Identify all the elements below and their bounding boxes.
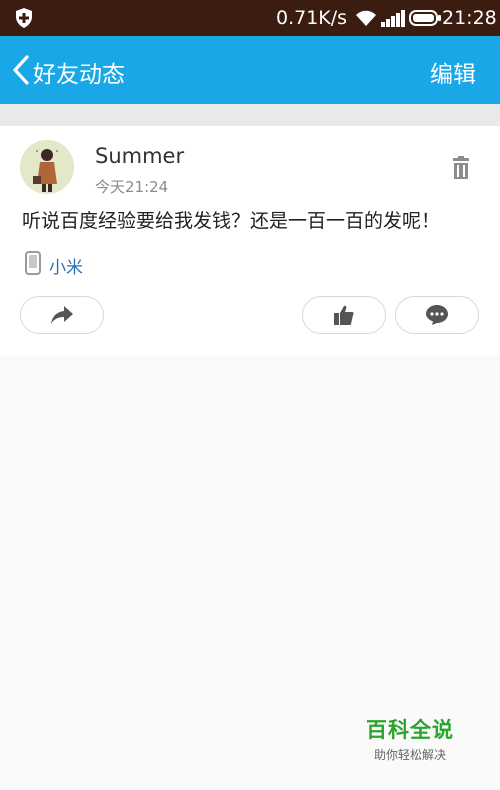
username[interactable]: Summer <box>95 144 184 168</box>
watermark-title: 百科全说 <box>366 718 454 742</box>
like-button[interactable] <box>302 296 386 334</box>
watermark: 百科全说 助你轻松解决 <box>366 714 454 763</box>
wifi-icon <box>356 10 376 26</box>
app-bar: 好友动态 编辑 <box>0 36 500 104</box>
divider <box>0 104 500 126</box>
comment-icon <box>426 305 448 325</box>
thumbs-up-icon <box>334 305 354 325</box>
device-label[interactable]: 小米 <box>49 253 83 278</box>
clock: 21:28 <box>442 7 497 29</box>
watermark-subtitle: 助你轻松解决 <box>373 748 446 762</box>
phone-icon <box>25 251 41 275</box>
comment-button[interactable] <box>395 296 479 334</box>
avatar[interactable] <box>20 140 74 194</box>
post-card: Summer 今天21:24 听说百度经验要给我发钱？还是一百一百的发呢！ 小米 <box>0 126 500 356</box>
signal-icon <box>381 10 405 27</box>
status-bar: 0.71K/s 21:28 <box>0 0 500 36</box>
network-speed: 0.71K/s <box>276 7 348 29</box>
trash-icon[interactable] <box>451 156 471 180</box>
post-time: 今天21:24 <box>95 178 169 196</box>
edit-button[interactable]: 编辑 <box>430 55 476 89</box>
share-icon <box>51 306 73 324</box>
post-content: 听说百度经验要给我发钱？还是一百一百的发呢！ <box>22 210 441 232</box>
battery-icon <box>409 10 441 26</box>
shield-icon <box>16 8 32 28</box>
share-button[interactable] <box>20 296 104 334</box>
page-title: 好友动态 <box>33 62 125 88</box>
